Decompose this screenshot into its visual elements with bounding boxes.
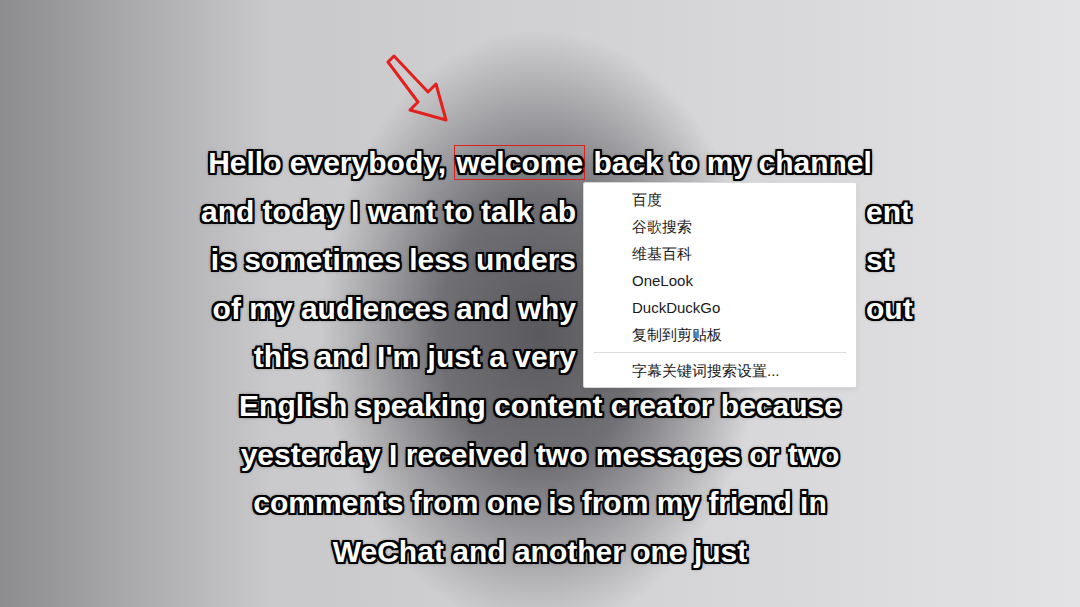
subtitle-text[interactable]: ent	[866, 188, 1080, 237]
menu-item[interactable]: 百度	[584, 186, 856, 213]
menu-item[interactable]: 维基百科	[584, 240, 856, 267]
subtitle-text[interactable]: comments from one is from my friend in	[253, 486, 826, 519]
subtitle-text[interactable]: WeChat and another one just	[333, 535, 747, 568]
subtitle-text[interactable]: this and I'm just a very	[0, 333, 576, 382]
subtitle-line[interactable]: is sometimes less unders st	[0, 236, 1080, 285]
subtitle-text[interactable]: yesterday I received two messages or two	[241, 438, 840, 471]
menu-item[interactable]: OneLook	[584, 267, 856, 294]
video-player[interactable]: Hello everybody, welcome back to my chan…	[0, 0, 1080, 607]
subtitle-line[interactable]: Hello everybody, welcome back to my chan…	[0, 139, 1080, 188]
subtitle-line[interactable]: English speaking content creator because	[0, 382, 1080, 431]
pointer-arrow-icon	[384, 54, 450, 124]
subtitle-text[interactable]: st	[866, 236, 1080, 285]
menu-separator	[594, 352, 846, 353]
subtitle-line[interactable]: of my audiences and why out	[0, 285, 1080, 334]
subtitle-text[interactable]: out	[866, 285, 1080, 334]
menu-item[interactable]: 谷歌搜索	[584, 213, 856, 240]
subtitle-line[interactable]: WeChat and another one just	[0, 528, 1080, 577]
selected-word[interactable]: welcome	[454, 145, 585, 180]
context-menu: 百度谷歌搜索维基百科OneLookDuckDuckGo复制到剪贴板字幕关键词搜索…	[583, 182, 857, 388]
subtitle-line[interactable]: and today I want to talk ab ent	[0, 188, 1080, 237]
subtitle-block: Hello everybody, welcome back to my chan…	[0, 139, 1080, 576]
subtitle-text[interactable]: and today I want to talk ab	[0, 188, 576, 237]
subtitle-line[interactable]: comments from one is from my friend in	[0, 479, 1080, 528]
subtitle-text[interactable]: back to my channel	[585, 146, 872, 179]
subtitle-line[interactable]: yesterday I received two messages or two	[0, 431, 1080, 480]
subtitle-text[interactable]: Hello everybody,	[208, 146, 454, 179]
subtitle-text[interactable]: of my audiences and why	[0, 285, 576, 334]
subtitle-text[interactable]: is sometimes less unders	[0, 236, 576, 285]
subtitle-line[interactable]: this and I'm just a very	[0, 333, 1080, 382]
menu-item[interactable]: DuckDuckGo	[584, 294, 856, 321]
subtitle-text[interactable]	[866, 333, 1080, 382]
subtitle-text[interactable]: English speaking content creator because	[239, 389, 841, 422]
settings-menu-item[interactable]: 字幕关键词搜索设置...	[584, 357, 856, 384]
menu-item[interactable]: 复制到剪贴板	[584, 321, 856, 348]
